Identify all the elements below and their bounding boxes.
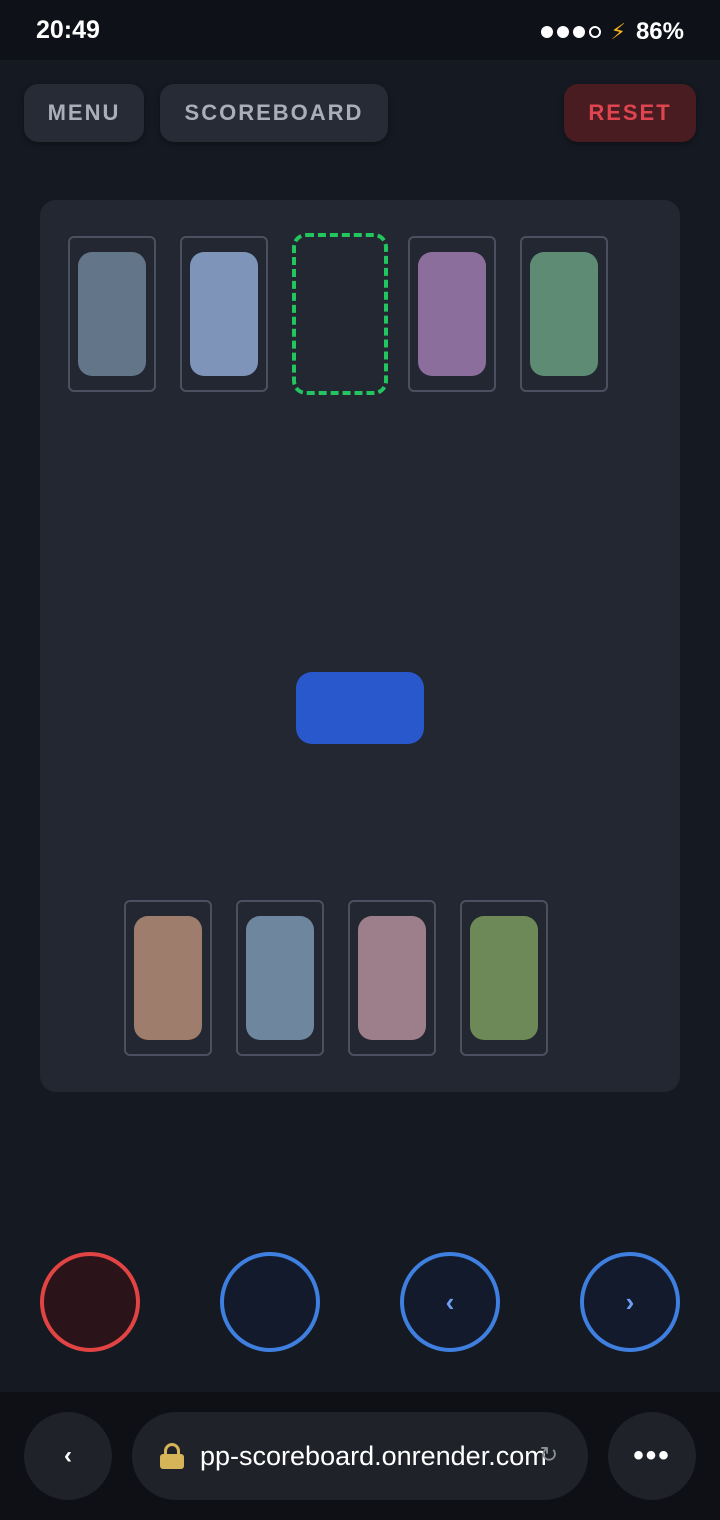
bottom-pill-2	[246, 916, 314, 1040]
blue-control-button[interactable]	[220, 1252, 320, 1352]
status-bar: 20:49 ⚡ 86%	[0, 0, 720, 60]
top-pill-1	[78, 252, 146, 376]
next-button[interactable]: ›	[580, 1252, 680, 1352]
status-time: 20:49	[36, 16, 100, 44]
top-slot-5[interactable]	[520, 236, 608, 392]
top-pill-5	[530, 252, 598, 376]
lock-icon	[160, 1443, 184, 1469]
prev-button[interactable]: ‹	[400, 1252, 500, 1352]
ball[interactable]	[296, 672, 424, 744]
bottom-pill-4	[470, 916, 538, 1040]
top-pill-4	[418, 252, 486, 376]
signal-dots-icon	[540, 26, 601, 38]
browser-back-button[interactable]: ‹	[24, 1412, 112, 1500]
bottom-slot-1[interactable]	[124, 900, 212, 1056]
bottom-pill-3	[358, 916, 426, 1040]
top-slot-2[interactable]	[180, 236, 268, 392]
target-slot[interactable]	[292, 233, 388, 395]
red-control-button[interactable]	[40, 1252, 140, 1352]
bottom-pill-1	[134, 916, 202, 1040]
browser-toolbar: ‹ pp-scoreboard.onrender.com ↻ •••	[0, 1392, 720, 1520]
status-indicators: ⚡ 86%	[540, 18, 684, 46]
bottom-slot-2[interactable]	[236, 900, 324, 1056]
top-pill-2	[190, 252, 258, 376]
top-slot-4[interactable]	[408, 236, 496, 392]
battery-level: 86%	[635, 18, 684, 45]
reset-button[interactable]: RESET	[564, 84, 696, 142]
more-options-button[interactable]: •••	[608, 1412, 696, 1500]
bottom-slot-3[interactable]	[348, 900, 436, 1056]
bottom-slot-4[interactable]	[460, 900, 548, 1056]
reload-icon[interactable]: ↻	[540, 1442, 558, 1468]
top-slot-1[interactable]	[68, 236, 156, 392]
scoreboard-button[interactable]: SCOREBOARD	[160, 84, 388, 142]
menu-button[interactable]: MENU	[24, 84, 144, 142]
url-text: pp-scoreboard.onrender.com	[200, 1440, 547, 1471]
game-board	[40, 200, 680, 1092]
lightning-bolt-icon: ⚡	[610, 19, 626, 44]
address-bar[interactable]: pp-scoreboard.onrender.com ↻	[132, 1412, 588, 1500]
